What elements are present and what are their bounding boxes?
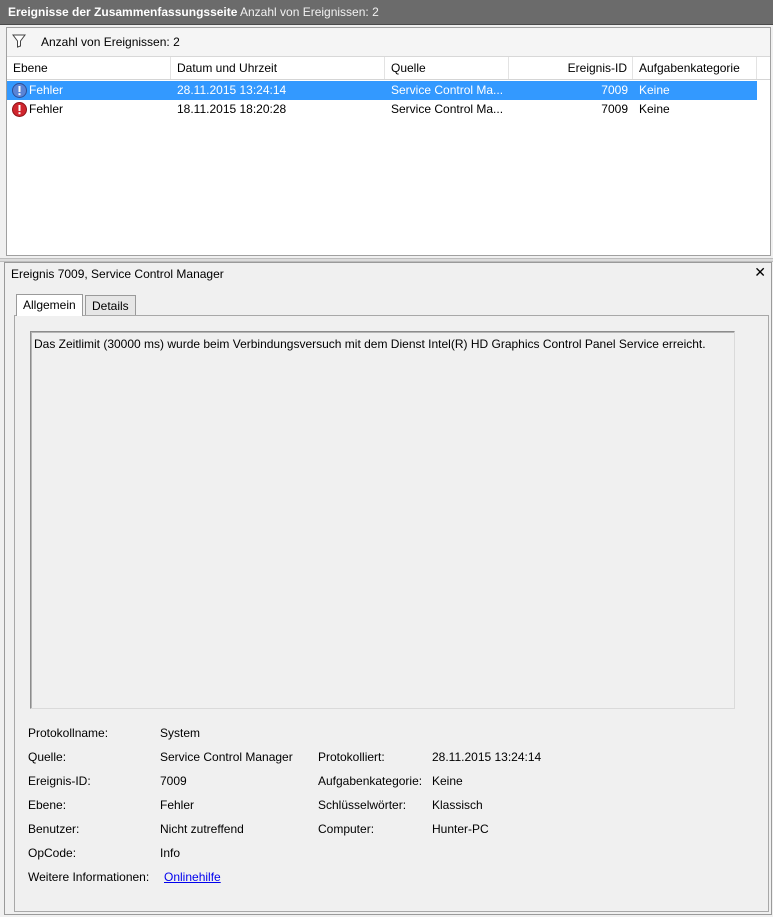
event-detail-pane: Ereignis 7009, Service Control Manager ✕… bbox=[4, 262, 772, 915]
column-header-level[interactable]: Ebene bbox=[7, 57, 171, 79]
level-label: Ebene: bbox=[28, 798, 67, 812]
user-label: Benutzer: bbox=[28, 822, 80, 836]
logged-label: Protokolliert: bbox=[318, 750, 385, 764]
column-header-event-id[interactable]: Ereignis-ID bbox=[509, 57, 633, 79]
filter-bar: Anzahl von Ereignissen: 2 bbox=[7, 28, 770, 57]
table-row[interactable]: Fehler 18.11.2015 18:20:28 Service Contr… bbox=[7, 100, 757, 119]
computer-label: Computer: bbox=[318, 822, 375, 836]
log-name-label: Protokollname: bbox=[28, 726, 109, 740]
row-task-category: Keine bbox=[639, 102, 670, 116]
event-id-value: 7009 bbox=[160, 774, 187, 788]
source-label: Quelle: bbox=[28, 750, 67, 764]
summary-title-bar: Ereignisse der Zusammenfassungsseite Anz… bbox=[0, 0, 773, 25]
row-task-category: Keine bbox=[639, 83, 670, 97]
row-level: Fehler bbox=[29, 102, 64, 116]
filter-count-text: Anzahl von Ereignissen: 2 bbox=[41, 35, 180, 49]
opcode-label: OpCode: bbox=[28, 846, 77, 860]
task-category-value: Keine bbox=[432, 774, 463, 788]
row-source: Service Control Ma... bbox=[391, 102, 504, 116]
computer-value: Hunter-PC bbox=[432, 822, 489, 836]
close-icon[interactable]: ✕ bbox=[754, 264, 766, 281]
user-value: Nicht zutreffend bbox=[160, 822, 244, 836]
logged-value: 28.11.2015 13:24:14 bbox=[432, 750, 542, 764]
tab-panel-general: Das Zeitlimit (30000 ms) wurde beim Verb… bbox=[14, 315, 769, 912]
page-title: Ereignisse der Zusammenfassungsseite bbox=[8, 5, 238, 19]
row-source: Service Control Ma... bbox=[391, 83, 504, 97]
error-icon bbox=[12, 102, 27, 117]
row-datetime: 28.11.2015 13:24:14 bbox=[177, 83, 287, 97]
column-header-task-category[interactable]: Aufgabenkategorie bbox=[633, 57, 757, 79]
error-icon bbox=[12, 83, 27, 98]
online-help-link[interactable]: Onlinehilfe bbox=[164, 870, 221, 884]
more-info-label: Weitere Informationen: bbox=[28, 870, 150, 884]
row-event-id: 7009 bbox=[601, 102, 628, 116]
keywords-label: Schlüsselwörter: bbox=[318, 798, 407, 812]
column-header-source[interactable]: Quelle bbox=[385, 57, 509, 79]
event-message-text: Das Zeitlimit (30000 ms) wurde beim Verb… bbox=[34, 337, 706, 351]
row-datetime: 18.11.2015 18:20:28 bbox=[177, 102, 287, 116]
table-header: Ebene Datum und Uhrzeit Quelle Ereignis-… bbox=[7, 57, 770, 80]
row-level: Fehler bbox=[29, 83, 64, 97]
task-category-label: Aufgabenkategorie: bbox=[318, 774, 423, 788]
source-value: Service Control Manager bbox=[160, 750, 293, 764]
event-message-box[interactable]: Das Zeitlimit (30000 ms) wurde beim Verb… bbox=[30, 331, 735, 709]
event-detail-title: Ereignis 7009, Service Control Manager bbox=[11, 267, 224, 281]
table-row[interactable]: Fehler 28.11.2015 13:24:14 Service Contr… bbox=[7, 81, 757, 100]
row-event-id: 7009 bbox=[601, 83, 628, 97]
event-count-label: Anzahl von Ereignissen: 2 bbox=[240, 5, 379, 19]
event-id-label: Ereignis-ID: bbox=[28, 774, 91, 788]
keywords-value: Klassisch bbox=[432, 798, 483, 812]
filter-icon[interactable] bbox=[12, 34, 26, 48]
log-name-value: System bbox=[160, 726, 201, 740]
column-header-datetime[interactable]: Datum und Uhrzeit bbox=[171, 57, 385, 79]
events-list-panel: Anzahl von Ereignissen: 2 Ebene Datum un… bbox=[6, 27, 771, 256]
tab-details[interactable]: Details bbox=[85, 295, 136, 315]
opcode-value: Info bbox=[160, 846, 181, 860]
tab-general[interactable]: Allgemein bbox=[16, 294, 83, 316]
level-value: Fehler bbox=[160, 798, 195, 812]
